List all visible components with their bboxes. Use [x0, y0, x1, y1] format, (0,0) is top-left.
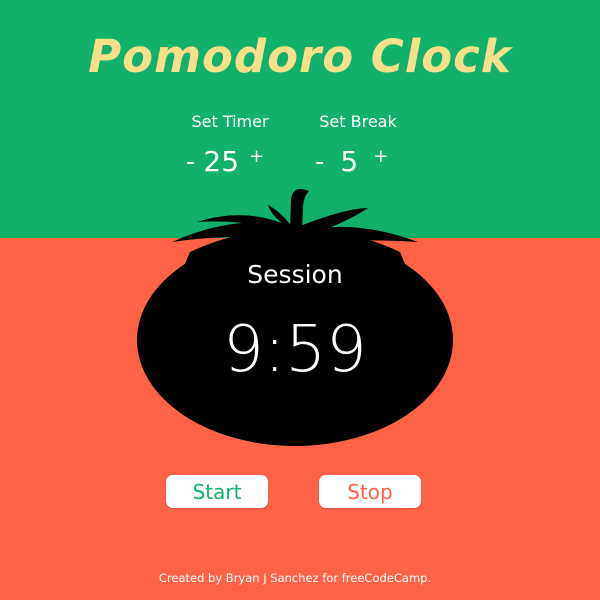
timer-value: 25 [203, 145, 240, 178]
break-value: 5 [340, 145, 359, 178]
timer-increment-button[interactable]: + [249, 148, 264, 166]
break-increment-button[interactable]: + [373, 148, 388, 166]
set-break-label: Set Break [319, 112, 397, 131]
page-title: Pomodoro Clock [88, 30, 512, 83]
set-timer-label: Set Timer [191, 112, 269, 131]
timer-stepper: - 25 + [186, 143, 264, 181]
start-button[interactable]: Start [166, 475, 268, 508]
timer-decrement-button[interactable]: - [186, 149, 195, 175]
session-mode-label: Session [247, 260, 343, 289]
stop-button[interactable]: Stop [319, 475, 421, 508]
break-stepper: - 5 + [315, 143, 388, 181]
countdown-display: 9:59 [223, 313, 367, 387]
break-decrement-button[interactable]: - [315, 149, 324, 175]
footer-credit: Created by Bryan J Sanchez for freeCodeC… [158, 571, 432, 585]
